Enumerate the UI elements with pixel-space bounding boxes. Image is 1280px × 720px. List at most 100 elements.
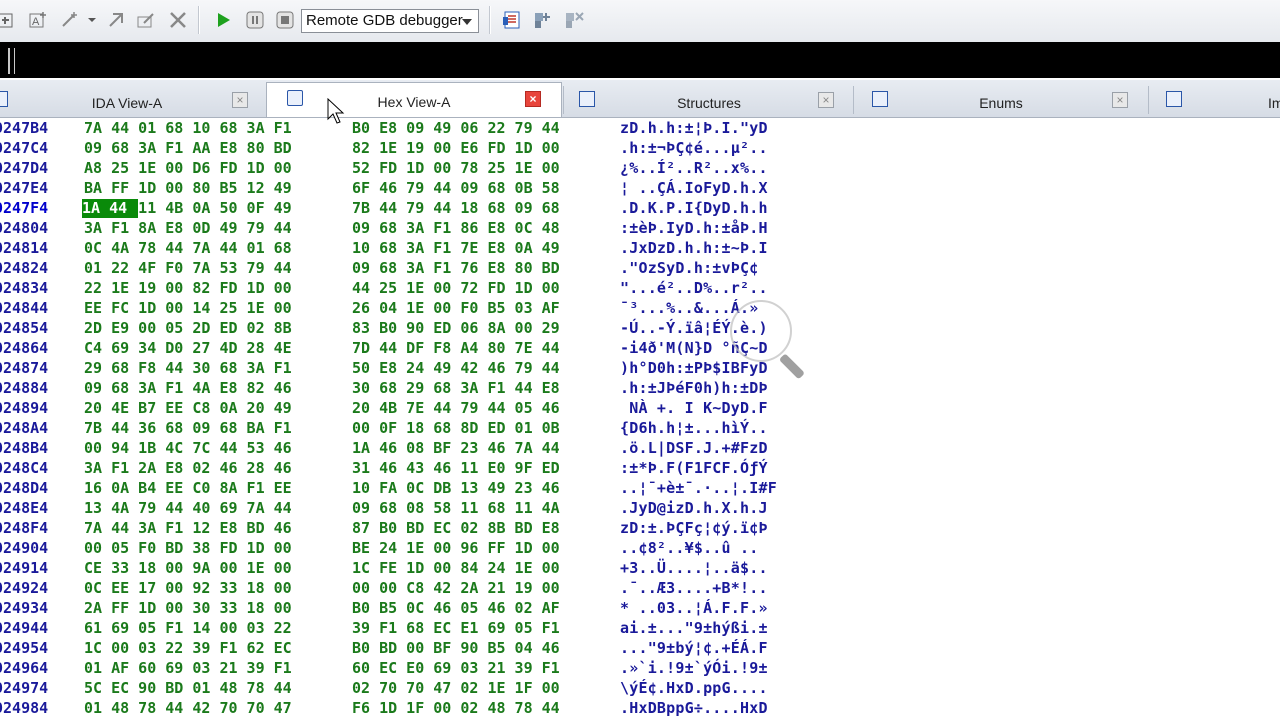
hex-ascii[interactable]: .»`i.!9±`ýÓi.!9± xyxy=(620,659,768,677)
hex-bytes-group-1[interactable]: 00 05 F0 BD 38 FD 1D 00 xyxy=(84,539,292,557)
hex-ascii[interactable]: .JxDzD.h.h:±~Þ.I xyxy=(620,239,768,257)
navigation-band[interactable] xyxy=(0,42,1280,78)
hex-bytes-group-2[interactable]: 7B 44 79 44 18 68 09 68 xyxy=(352,199,560,217)
hex-bytes-group-2[interactable]: 00 00 C8 42 2A 21 19 00 xyxy=(352,579,560,597)
tab-structures[interactable]: Structures × xyxy=(566,84,852,115)
hex-bytes-group-2[interactable]: 60 EC E0 69 03 21 39 F1 xyxy=(352,659,560,677)
hex-bytes-group-1[interactable]: 01 48 78 44 42 70 70 47 xyxy=(84,699,292,717)
selected-bytes[interactable]: 1A 44 xyxy=(82,199,138,218)
hex-bytes-group-2[interactable]: B0 E8 09 49 06 22 79 44 xyxy=(352,119,560,137)
stop-icon[interactable] xyxy=(273,8,297,32)
close-icon[interactable]: × xyxy=(1112,92,1128,108)
hex-bytes-group-1[interactable]: C4 69 34 D0 27 4D 28 4E xyxy=(84,339,292,357)
breakpoints-icon[interactable] xyxy=(500,8,524,32)
tab-hex-view-a[interactable]: Hex View-A × xyxy=(266,82,562,117)
hex-bytes-group-2[interactable]: 6F 46 79 44 09 68 0B 58 xyxy=(352,179,560,197)
tab-enums[interactable]: Enums × xyxy=(856,84,1146,115)
close-icon[interactable]: × xyxy=(525,91,541,107)
hex-ascii[interactable]: ..¦¯+è±¯.·..¦.I#F xyxy=(620,479,777,497)
hex-bytes-group-1[interactable]: 0C EE 17 00 92 33 18 00 xyxy=(84,579,292,597)
hex-bytes-group-2[interactable]: 10 68 3A F1 7E E8 0A 49 xyxy=(352,239,560,257)
hex-bytes-group-1[interactable]: BA FF 1D 00 80 B5 12 49 xyxy=(84,179,292,197)
close-icon[interactable] xyxy=(166,8,190,32)
hex-bytes-group-2[interactable]: 50 E8 24 49 42 46 79 44 xyxy=(352,359,560,377)
hex-bytes-group-2[interactable]: 02 70 70 47 02 1E 1F 00 xyxy=(352,679,560,697)
hex-bytes-group-2[interactable]: 7D 44 DF F8 A4 80 7E 44 xyxy=(352,339,560,357)
hex-bytes-group-1[interactable]: 7A 44 01 68 10 68 3A F1 xyxy=(84,119,292,137)
hex-bytes-group-1[interactable]: 0C 4A 78 44 7A 44 01 68 xyxy=(84,239,292,257)
hex-bytes-group-2[interactable]: 09 68 08 58 11 68 11 4A xyxy=(352,499,560,517)
hex-bytes-group-2[interactable]: B0 BD 00 BF 90 B5 04 46 xyxy=(352,639,560,657)
hex-ascii[interactable]: :±*Þ.F(F1FCF.ÓƒÝ xyxy=(620,459,768,477)
hex-bytes-group-2[interactable]: F6 1D 1F 00 02 48 78 44 xyxy=(352,699,560,717)
hex-ascii[interactable]: zD.h.h:±¦Þ.I."yD xyxy=(620,119,768,137)
hex-ascii[interactable]: ."OzSyD.h:±vÞÇ¢ xyxy=(620,259,758,277)
hex-bytes-group-1[interactable]: 61 69 05 F1 14 00 03 22 xyxy=(84,619,292,637)
hex-bytes-group-2[interactable]: 52 FD 1D 00 78 25 1E 00 xyxy=(352,159,560,177)
hex-bytes-group-1[interactable]: 1C 00 03 22 39 F1 62 EC xyxy=(84,639,292,657)
hex-bytes-group-2[interactable]: BE 24 1E 00 96 FF 1D 00 xyxy=(352,539,560,557)
hex-ascii[interactable]: \ýÉ¢.HxD.ppG.... xyxy=(620,679,768,697)
hex-bytes-group-2[interactable]: 30 68 29 68 3A F1 44 E8 xyxy=(352,379,560,397)
tab-ida-view-a[interactable]: IDA View-A × xyxy=(0,84,260,115)
hex-bytes-group-1[interactable]: 09 68 3A F1 4A E8 82 46 xyxy=(84,379,292,397)
hex-ascii[interactable]: ai.±..."9±hýßi.± xyxy=(620,619,768,637)
hex-ascii[interactable]: .h:±JÞéF0h)h:±DÞ xyxy=(620,379,768,397)
hex-bytes-group-1[interactable]: 7A 44 3A F1 12 E8 BD 46 xyxy=(84,519,292,537)
hex-ascii[interactable]: ..¢8²..¥$..û .. xyxy=(620,539,758,557)
hex-view[interactable]: 0247B4 7A 44 01 68 10 68 3A F1 B0 E8 09 49… xyxy=(0,118,1280,720)
hex-bytes-group-2[interactable]: 39 F1 68 EC E1 69 05 F1 xyxy=(352,619,560,637)
close-icon[interactable]: × xyxy=(818,92,834,108)
hex-bytes-group-1[interactable]: 3A F1 8A E8 0D 49 79 44 xyxy=(84,219,292,237)
hex-bytes-group-1[interactable]: 5C EC 90 BD 01 48 78 44 xyxy=(84,679,292,697)
hex-ascii[interactable]: .JyD@izD.h.X.h.J xyxy=(620,499,768,517)
add-text-icon[interactable]: A xyxy=(26,8,50,32)
hex-bytes-group-2[interactable]: 44 25 1E 00 72 FD 1D 00 xyxy=(352,279,560,297)
hex-bytes-group-2[interactable]: 00 0F 18 68 8D ED 01 0B xyxy=(352,419,560,437)
close-icon[interactable]: × xyxy=(232,92,248,108)
hex-bytes-group-1[interactable]: 2D E9 00 05 2D ED 02 8B xyxy=(84,319,292,337)
hex-ascii[interactable]: .D.K.P.I{DyD.h.h xyxy=(620,199,768,217)
hex-ascii[interactable]: ..."9±bý¦¢.+ÉÁ.F xyxy=(620,639,768,657)
hex-bytes-group-1[interactable]: 09 68 3A F1 AA E8 80 BD xyxy=(84,139,292,157)
add-node-icon[interactable] xyxy=(58,8,82,32)
play-icon[interactable] xyxy=(211,8,235,32)
hex-bytes-group-2[interactable]: 1C FE 1D 00 84 24 1E 00 xyxy=(352,559,560,577)
hex-bytes-group-1[interactable]: 13 4A 79 44 40 69 7A 44 xyxy=(84,499,292,517)
edit-icon[interactable] xyxy=(134,8,158,32)
hex-ascii[interactable]: .HxDBppG÷....HxD xyxy=(620,699,768,717)
hex-bytes-group-1[interactable]: 2A FF 1D 00 30 33 18 00 xyxy=(84,599,292,617)
move-icon[interactable] xyxy=(104,8,128,32)
hex-ascii[interactable]: :±èÞ.IyD.h:±åÞ.H xyxy=(620,219,768,237)
hex-bytes-group-2[interactable]: 31 46 43 46 11 E0 9F ED xyxy=(352,459,560,477)
hex-bytes-group-2[interactable]: 09 68 3A F1 76 E8 80 BD xyxy=(352,259,560,277)
hex-ascii[interactable]: )h°D0h:±PÞ$IBFyD xyxy=(620,359,768,377)
hex-ascii[interactable]: "...é²..D%..r².. xyxy=(620,279,768,297)
hex-bytes-group-2[interactable]: 1A 46 08 BF 23 46 7A 44 xyxy=(352,439,560,457)
hex-ascii[interactable]: ¦ ..ÇÁ.IoFyD.h.X xyxy=(620,179,768,197)
tab-imports[interactable]: Im xyxy=(1152,84,1280,115)
hex-bytes-group-1[interactable]: 3A F1 2A E8 02 46 28 46 xyxy=(84,459,292,477)
hex-bytes-group-2[interactable]: 26 04 1E 00 F0 B5 03 AF xyxy=(352,299,560,317)
dropdown-arrow-icon[interactable] xyxy=(80,8,104,32)
hex-bytes-group-1[interactable]: A8 25 1E 00 D6 FD 1D 00 xyxy=(84,159,292,177)
hex-bytes-group-2[interactable]: 82 1E 19 00 E6 FD 1D 00 xyxy=(352,139,560,157)
hex-ascii[interactable]: .ö.L|DSF.J.+#FzD xyxy=(620,439,768,457)
hex-bytes-group-1[interactable]: 16 0A B4 EE C0 8A F1 EE xyxy=(84,479,292,497)
detach-icon[interactable] xyxy=(562,8,586,32)
hex-bytes-group-1[interactable]: EE FC 1D 00 14 25 1E 00 xyxy=(84,299,292,317)
add-icon[interactable] xyxy=(0,8,18,32)
hex-ascii[interactable]: zD:±.ÞÇFç¦¢ý.ï¢Þ xyxy=(620,519,768,537)
hex-ascii[interactable]: {D6h.h¦±...hìÝ.. xyxy=(620,419,768,437)
hex-bytes-group-2[interactable]: 20 4B 7E 44 79 44 05 46 xyxy=(352,399,560,417)
hex-bytes-group-1[interactable]: 22 1E 19 00 82 FD 1D 00 xyxy=(84,279,292,297)
hex-bytes-group-2[interactable]: 09 68 3A F1 86 E8 0C 48 xyxy=(352,219,560,237)
attach-icon[interactable] xyxy=(531,8,555,32)
pause-icon[interactable] xyxy=(243,8,267,32)
hex-bytes-group-1[interactable]: 01 AF 60 69 03 21 39 F1 xyxy=(84,659,292,677)
hex-bytes-group-1[interactable]: 01 22 4F F0 7A 53 79 44 xyxy=(84,259,292,277)
hex-bytes-group-1[interactable]: 29 68 F8 44 30 68 3A F1 xyxy=(84,359,292,377)
hex-bytes-group-2[interactable]: 10 FA 0C DB 13 49 23 46 xyxy=(352,479,560,497)
hex-ascii[interactable]: ¿%..Í²..R²..x%.. xyxy=(620,159,768,177)
hex-ascii[interactable]: .h:±¬ÞÇ¢é...µ².. xyxy=(620,139,768,157)
